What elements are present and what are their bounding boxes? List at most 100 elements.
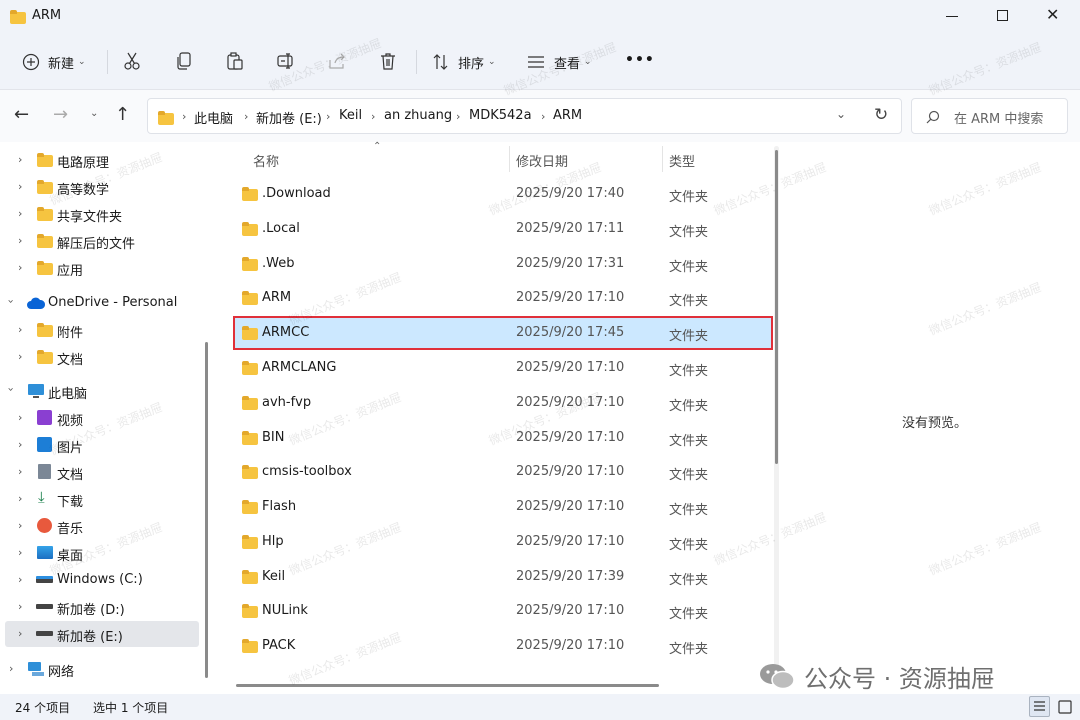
list-item[interactable]: .Web 2025/9/20 17:31 文件夹 [233, 247, 773, 281]
up-arrow-icon[interactable]: ↑ [115, 104, 130, 125]
minimize-icon[interactable] [946, 16, 958, 17]
sort-button[interactable]: 排序 ⌄ [432, 48, 496, 76]
cut-icon[interactable] [122, 51, 142, 71]
chevron-right-icon[interactable]: › [18, 180, 22, 193]
sidebar-scrollbar-thumb[interactable] [205, 342, 208, 678]
copy-icon[interactable] [174, 51, 194, 71]
wechat-logo-icon [760, 664, 795, 690]
new-button[interactable]: 新建 ⌄ [22, 48, 86, 76]
sidebar-item-label: 视频 [57, 414, 84, 429]
list-item[interactable]: PACK 2025/9/20 17:10 文件夹 [233, 629, 773, 663]
list-item[interactable]: .Local 2025/9/20 17:11 文件夹 [233, 212, 773, 246]
file-type: 文件夹 [669, 538, 709, 553]
chevron-right-icon[interactable]: › [18, 573, 22, 586]
vertical-scrollbar-thumb[interactable] [775, 150, 778, 464]
drive-icon [36, 604, 53, 609]
wechat-badge-text: 公众号 · 资源抽屉 [804, 664, 995, 693]
sidebar-item-network[interactable]: › 网络 [0, 656, 200, 682]
sidebar-item-drive-d[interactable]: › 新加卷 (D:) [0, 594, 200, 620]
column-divider [662, 146, 663, 172]
file-type: 文件夹 [669, 260, 709, 275]
file-date: 2025/9/20 17:10 [516, 603, 625, 618]
file-type: 文件夹 [669, 607, 709, 622]
tiles-view-icon[interactable] [1057, 699, 1073, 715]
file-type: 文件夹 [669, 642, 709, 657]
breadcrumb-item[interactable]: Keil [339, 108, 362, 123]
list-item[interactable]: NULink 2025/9/20 17:10 文件夹 [233, 594, 773, 628]
delete-icon[interactable] [378, 51, 398, 71]
list-item[interactable]: cmsis-toolbox 2025/9/20 17:10 文件夹 [233, 455, 773, 489]
sidebar-item-apps[interactable]: › 应用 [0, 255, 200, 281]
desktop-icon [37, 546, 53, 559]
breadcrumb-item[interactable]: 新加卷 (E:) [256, 108, 322, 127]
breadcrumb-item[interactable]: MDK542a [469, 108, 532, 123]
list-item-selected[interactable]: ARMCC 2025/9/20 17:45 文件夹 [233, 316, 773, 350]
search-box[interactable]: 在 ARM 中搜索 [911, 98, 1068, 134]
chevron-right-icon[interactable]: › [18, 519, 22, 532]
chevron-right-icon[interactable]: › [18, 261, 22, 274]
back-arrow-icon[interactable]: ← [14, 104, 29, 125]
file-name: Flash [262, 499, 297, 514]
window-title: ARM [32, 8, 62, 23]
drive-icon [36, 631, 53, 636]
chevron-right-icon[interactable]: › [18, 153, 22, 166]
list-item[interactable]: ARMCLANG 2025/9/20 17:10 文件夹 [233, 351, 773, 385]
chevron-down-icon[interactable]: › [5, 387, 18, 391]
sidebar-item-drive-c[interactable]: › Windows (C:) [0, 567, 200, 593]
status-bar: 24 个项目 选中 1 个项目 [0, 694, 1080, 720]
more-options-icon[interactable]: ••• [625, 52, 655, 68]
chevron-right-icon[interactable]: › [18, 600, 22, 613]
chevron-right-icon[interactable]: › [18, 323, 22, 336]
download-icon: ⤓ [38, 488, 45, 506]
breadcrumb-item[interactable]: ARM [553, 108, 582, 123]
paste-icon[interactable] [225, 51, 245, 71]
column-header-date[interactable]: 修改日期 [516, 151, 568, 170]
refresh-icon[interactable]: ↻ [874, 105, 888, 125]
chevron-right-icon[interactable]: › [18, 234, 22, 247]
breadcrumb-separator-icon: › [371, 110, 376, 123]
chevron-down-icon[interactable]: › [5, 299, 18, 303]
chevron-right-icon[interactable]: › [18, 546, 22, 559]
file-date: 2025/9/20 17:10 [516, 290, 625, 305]
chevron-right-icon[interactable]: › [18, 411, 22, 424]
sidebar-item-drive-e[interactable]: › 新加卷 (E:) [5, 621, 199, 647]
close-icon[interactable]: ✕ [1046, 5, 1059, 24]
chevron-right-icon[interactable]: › [18, 207, 22, 220]
breadcrumb-item[interactable]: an zhuang [384, 108, 452, 123]
column-header-type[interactable]: 类型 [669, 151, 695, 170]
chevron-right-icon[interactable]: › [9, 662, 13, 675]
file-name: Keil [262, 569, 286, 584]
list-item[interactable]: avh-fvp 2025/9/20 17:10 文件夹 [233, 386, 773, 420]
sidebar-item-music[interactable]: › 音乐 [0, 513, 200, 539]
history-chevron-icon[interactable]: ⌄ [836, 107, 846, 121]
file-date: 2025/9/20 17:10 [516, 638, 625, 653]
details-view-button[interactable] [1029, 696, 1050, 717]
sidebar-item-circuit[interactable]: › 电路原理 [0, 147, 200, 173]
folder-icon [242, 257, 258, 271]
sidebar-item-this-pc[interactable]: › 此电脑 [0, 378, 200, 404]
chevron-right-icon[interactable]: › [18, 492, 22, 505]
chevron-right-icon[interactable]: › [18, 438, 22, 451]
list-item[interactable]: Flash 2025/9/20 17:10 文件夹 [233, 490, 773, 524]
recent-chevron-icon[interactable]: ⌄ [90, 108, 98, 119]
chevron-right-icon[interactable]: › [18, 350, 22, 363]
column-header-name[interactable]: 名称 [253, 151, 279, 170]
sidebar-item-attachments[interactable]: › 附件 [0, 317, 200, 343]
sidebar-item-shared[interactable]: › 共享文件夹 [0, 201, 200, 227]
sidebar-item-onedrive-docs[interactable]: › 文档 [0, 344, 200, 370]
sidebar-item-documents[interactable]: › 文档 [0, 459, 200, 485]
sidebar-item-onedrive[interactable]: › OneDrive - Personal [0, 290, 200, 316]
address-bar[interactable]: › 此电脑 › 新加卷 (E:) › Keil › an zhuang › MD… [147, 98, 902, 134]
sidebar-item-extracted[interactable]: › 解压后的文件 [0, 228, 200, 254]
sidebar-item-downloads[interactable]: › ⤓ 下载 [0, 486, 200, 512]
search-icon [926, 110, 940, 124]
breadcrumb-item[interactable]: 此电脑 [194, 108, 233, 127]
file-name: avh-fvp [262, 395, 312, 410]
chevron-right-icon[interactable]: › [18, 465, 22, 478]
folder-icon [242, 326, 258, 340]
file-date: 2025/9/20 17:45 [516, 325, 625, 340]
chevron-right-icon[interactable]: › [18, 627, 22, 640]
forward-arrow-icon[interactable]: → [53, 104, 68, 125]
maximize-icon[interactable] [997, 10, 1008, 21]
computer-icon [28, 384, 44, 398]
